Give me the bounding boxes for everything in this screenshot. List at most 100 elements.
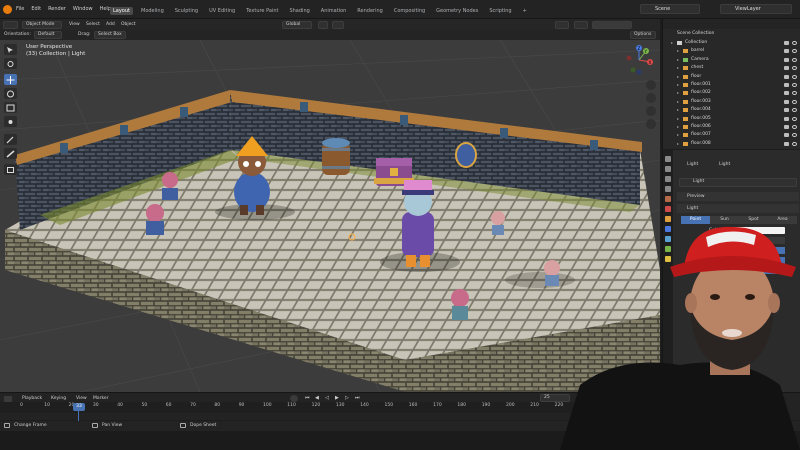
render-visibility-icon[interactable] — [784, 41, 789, 45]
transform-orientation-selector[interactable]: Global — [282, 20, 312, 29]
xray-button[interactable] — [574, 20, 588, 29]
outliner-item[interactable]: ▸ floor.007 — [663, 131, 800, 139]
tab-uv-editing[interactable]: UV Editing — [206, 7, 238, 15]
tab-shading[interactable]: Shading — [286, 7, 312, 15]
annotate-tool[interactable] — [4, 134, 17, 145]
cursor-tool[interactable] — [4, 58, 17, 69]
outliner-item[interactable]: ▸ floor.008 — [663, 140, 800, 148]
outliner-item[interactable]: ▸ Camera — [663, 56, 800, 64]
menu-render[interactable]: Render — [48, 6, 66, 12]
view-layer-selector[interactable]: ViewLayer — [720, 4, 792, 14]
playhead-frame-indicator[interactable]: 33 — [73, 403, 85, 411]
scene-collection-row[interactable]: Scene Collection — [663, 30, 800, 38]
prev-key-icon[interactable]: ◀ — [315, 395, 319, 401]
timeline-menu-view[interactable]: View — [76, 396, 87, 401]
tab-animation[interactable]: Animation — [318, 7, 350, 15]
tab-sculpting[interactable]: Sculpting — [172, 7, 201, 15]
drag-selector[interactable]: Select Box — [94, 31, 126, 39]
outliner-item[interactable]: ▸ Collection — [663, 39, 800, 47]
menu-window[interactable]: Window — [73, 6, 93, 12]
zoom-view-button[interactable] — [646, 80, 656, 90]
menu-edit[interactable]: Edit — [31, 6, 41, 12]
tab-modeling[interactable]: Modeling — [138, 7, 167, 15]
scale-tool[interactable] — [4, 102, 17, 113]
outliner-item[interactable]: ▸ floor.003 — [663, 98, 800, 106]
outliner-item[interactable]: ▸ floor.005 — [663, 115, 800, 123]
render-tab-icon[interactable] — [665, 166, 671, 172]
pan-view-button[interactable] — [646, 93, 656, 103]
add-cube-tool[interactable] — [4, 164, 17, 175]
expand-arrow-icon[interactable]: ▸ — [677, 115, 679, 123]
expand-arrow-icon[interactable]: ▸ — [677, 73, 679, 81]
render-visibility-icon[interactable] — [784, 74, 789, 79]
tab-scripting[interactable]: Scripting — [486, 7, 514, 15]
add-workspace-button[interactable]: + — [520, 7, 530, 15]
menu-view[interactable]: View — [69, 22, 80, 27]
render-visibility-icon[interactable] — [784, 91, 789, 96]
outliner-item[interactable]: ▸ floor.001 — [663, 81, 800, 89]
navigation-gizmo[interactable]: X Y Z — [624, 45, 654, 75]
tab-geometry-nodes[interactable]: Geometry Nodes — [433, 7, 481, 15]
menu-file[interactable]: File — [16, 6, 24, 12]
jump-start-icon[interactable]: ⏮ — [305, 395, 310, 401]
jump-end-icon[interactable]: ⏭ — [355, 395, 360, 401]
options-dropdown[interactable]: Options — [630, 31, 656, 39]
play-icon[interactable]: ▶ — [335, 395, 339, 401]
move-tool[interactable] — [4, 74, 17, 85]
tab-layout[interactable]: Layout — [110, 7, 133, 15]
scene-selector[interactable]: Scene — [640, 4, 700, 14]
record-button[interactable] — [290, 395, 298, 402]
proportional-edit-button[interactable] — [332, 20, 344, 29]
eye-icon[interactable] — [792, 57, 797, 62]
blender-logo-icon[interactable] — [3, 5, 12, 14]
eye-icon[interactable] — [792, 99, 797, 104]
render-visibility-icon[interactable] — [784, 116, 789, 121]
eye-icon[interactable] — [792, 66, 797, 71]
outliner-item[interactable]: ▸ floor.004 — [663, 106, 800, 114]
render-visibility-icon[interactable] — [784, 83, 789, 87]
expand-arrow-icon[interactable]: ▸ — [677, 56, 679, 64]
next-key-icon[interactable]: ▷ — [345, 395, 349, 401]
timeline-menu-playback[interactable]: Playback — [22, 396, 42, 401]
select-box-tool[interactable] — [4, 44, 17, 55]
eye-icon[interactable] — [792, 133, 797, 138]
outliner-item[interactable]: ▸ barrel — [663, 47, 800, 55]
eye-icon[interactable] — [792, 108, 797, 113]
timeline-menu-marker[interactable]: Marker — [93, 396, 109, 401]
measure-tool[interactable] — [4, 148, 17, 159]
expand-arrow-icon[interactable]: ▸ — [677, 47, 679, 55]
outliner-item[interactable]: ▸ floor.006 — [663, 123, 800, 131]
expand-arrow-icon[interactable]: ▸ — [677, 98, 679, 106]
render-visibility-icon[interactable] — [784, 133, 789, 138]
render-visibility-icon[interactable] — [784, 125, 789, 129]
mode-selector[interactable]: Object Mode — [22, 20, 62, 29]
editor-type-button[interactable] — [3, 20, 18, 29]
expand-arrow-icon[interactable]: ▸ — [677, 89, 679, 97]
preview-panel-header[interactable]: Preview — [677, 192, 799, 201]
view-layer-tab-icon[interactable] — [665, 186, 671, 192]
tab-texture-paint[interactable]: Texture Paint — [243, 7, 281, 15]
timeline-menu-keying[interactable]: Keying — [51, 396, 66, 401]
menu-select[interactable]: Select — [86, 22, 100, 27]
render-visibility-icon[interactable] — [784, 66, 789, 71]
expand-arrow-icon[interactable]: ▸ — [677, 123, 679, 131]
shading-mode-buttons[interactable] — [592, 20, 632, 29]
transform-tool[interactable] — [4, 116, 17, 127]
rotate-tool[interactable] — [4, 88, 17, 99]
orientation-selector[interactable]: Default — [34, 31, 62, 39]
expand-arrow-icon[interactable]: ▸ — [677, 64, 679, 72]
world-tab-icon[interactable] — [665, 206, 671, 212]
snap-button[interactable] — [318, 20, 328, 29]
eye-icon[interactable] — [792, 41, 797, 45]
eye-icon[interactable] — [792, 125, 797, 129]
eye-icon[interactable] — [792, 91, 797, 96]
outliner-item[interactable]: ▸ chest — [663, 64, 800, 72]
tab-compositing[interactable]: Compositing — [391, 7, 428, 15]
render-visibility-icon[interactable] — [784, 49, 789, 54]
camera-view-button[interactable] — [646, 106, 656, 116]
eye-icon[interactable] — [792, 83, 797, 87]
render-visibility-icon[interactable] — [784, 108, 789, 113]
expand-arrow-icon[interactable]: ▸ — [677, 140, 679, 148]
expand-arrow-icon[interactable]: ▸ — [671, 39, 673, 47]
play-reverse-icon[interactable]: ◁ — [325, 395, 329, 401]
